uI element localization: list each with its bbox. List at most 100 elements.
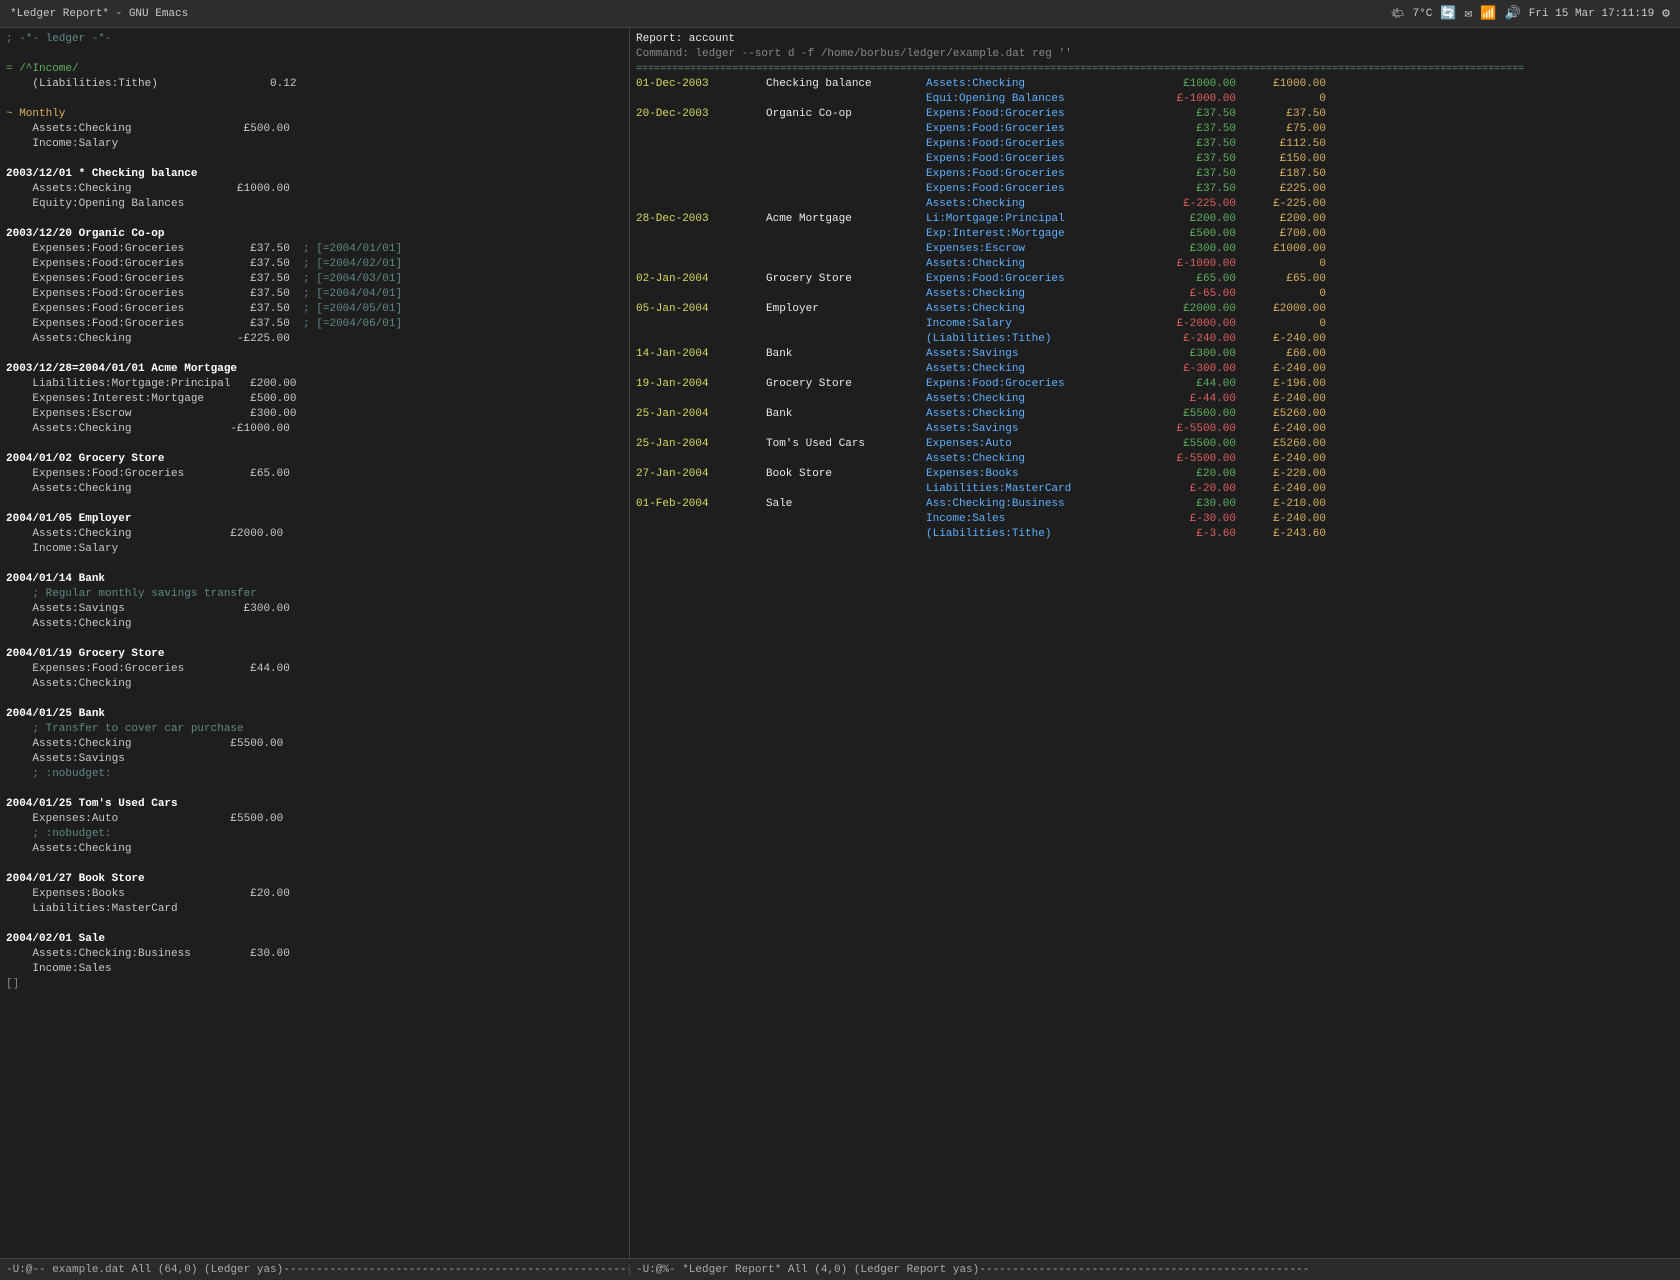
table-row: 27-Jan-2004 Book Store Expenses:Books £2… <box>636 467 1674 482</box>
table-row: Assets:Checking £-1000.00 0 <box>636 257 1674 272</box>
table-row: 14-Jan-2004 Bank Assets:Savings £300.00 … <box>636 347 1674 362</box>
right-pane: Report: account Command: ledger --sort d… <box>630 28 1680 1258</box>
table-row: Liabilities:MasterCard £-20.00 £-240.00 <box>636 482 1674 497</box>
statusbar-right: -U:@%- *Ledger Report* All (4,0) (Ledger… <box>630 1264 1680 1276</box>
network-icon[interactable]: 📶 <box>1480 6 1496 21</box>
titlebar-right: 🌤 7°C 🔄 ✉ 📶 🔊 Fri 15 Mar 17:11:19 ⚙ <box>1391 6 1670 21</box>
table-row: Assets:Checking £-65.00 0 <box>636 287 1674 302</box>
line-income-salary: Income:Salary <box>6 137 623 152</box>
line-car-comment: ; Transfer to cover car purchase <box>6 722 623 737</box>
line-date-7: 2004/01/19 Grocery Store <box>6 647 623 662</box>
line-date-4: 2004/01/02 Grocery Store <box>6 452 623 467</box>
line-groceries-1: Expenses:Food:Groceries £37.50 ; [=2004/… <box>6 242 623 257</box>
main-area: ; -*- ledger -*- = /^Income/ (Liabilitie… <box>0 28 1680 1258</box>
line-date-5: 2004/01/05 Employer <box>6 512 623 527</box>
refresh-icon[interactable]: 🔄 <box>1440 6 1456 21</box>
line-cursor: [] <box>6 977 623 992</box>
table-row: 25-Jan-2004 Tom's Used Cars Expenses:Aut… <box>636 437 1674 452</box>
settings-icon[interactable]: ⚙ <box>1662 6 1670 21</box>
line-income-sales: Income:Sales <box>6 962 623 977</box>
line-auto-5500: Expenses:Auto £5500.00 <box>6 812 623 827</box>
line-date-2: 2003/12/20 Organic Co-op <box>6 227 623 242</box>
table-row: 05-Jan-2004 Employer Assets:Checking £20… <box>636 302 1674 317</box>
volume-icon[interactable]: 🔊 <box>1505 6 1521 21</box>
table-row: Expens:Food:Groceries £37.50 £187.50 <box>636 167 1674 182</box>
line-date-1: 2003/12/01 * Checking balance <box>6 167 623 182</box>
table-row: (Liabilities:Tithe) £-3.60 £-243.60 <box>636 527 1674 542</box>
weather-icon: 🌤 <box>1391 7 1405 21</box>
line-date-8: 2004/01/25 Bank <box>6 707 623 722</box>
line-groceries-2: Expenses:Food:Groceries £37.50 ; [=2004/… <box>6 257 623 272</box>
table-row: 01-Feb-2004 Sale Ass:Checking:Business £… <box>636 497 1674 512</box>
table-row: Assets:Checking £-5500.00 £-240.00 <box>636 452 1674 467</box>
table-row: Expens:Food:Groceries £37.50 £150.00 <box>636 152 1674 167</box>
line-ledger-header: ; -*- ledger -*- <box>6 32 623 47</box>
mail-icon[interactable]: ✉ <box>1465 6 1473 21</box>
line-date-9: 2004/01/25 Tom's Used Cars <box>6 797 623 812</box>
temperature: 7°C <box>1413 8 1433 20</box>
line-escrow: Expenses:Escrow £300.00 <box>6 407 623 422</box>
line-groceries-3: Expenses:Food:Groceries £37.50 ; [=2004/… <box>6 272 623 287</box>
line-equity: Equity:Opening Balances <box>6 197 623 212</box>
line-date-10: 2004/01/27 Book Store <box>6 872 623 887</box>
titlebar: *Ledger Report* - GNU Emacs 🌤 7°C 🔄 ✉ 📶 … <box>0 0 1680 28</box>
line-income-rule: = /^Income/ <box>6 62 623 77</box>
table-row: 19-Jan-2004 Grocery Store Expens:Food:Gr… <box>636 377 1674 392</box>
table-row: Assets:Savings £-5500.00 £-240.00 <box>636 422 1674 437</box>
separator: ========================================… <box>636 62 1674 77</box>
line-tithe: (Liabilities:Tithe) 0.12 <box>6 77 623 92</box>
table-row: 25-Jan-2004 Bank Assets:Checking £5500.0… <box>636 407 1674 422</box>
statusbar: -U:@-- example.dat All (64,0) (Ledger ya… <box>0 1258 1680 1280</box>
table-row: Expens:Food:Groceries £37.50 £225.00 <box>636 182 1674 197</box>
statusbar-left: -U:@-- example.dat All (64,0) (Ledger ya… <box>0 1264 630 1276</box>
table-row: Income:Salary £-2000.00 0 <box>636 317 1674 332</box>
clock: Fri 15 Mar 17:11:19 <box>1529 8 1654 20</box>
line-date-11: 2004/02/01 Sale <box>6 932 623 947</box>
line-checking-500: Assets:Checking £500.00 <box>6 122 623 137</box>
line-checking-m1000: Assets:Checking -£1000.00 <box>6 422 623 437</box>
left-pane[interactable]: ; -*- ledger -*- = /^Income/ (Liabilitie… <box>0 28 630 1258</box>
line-nobudget2: ; :nobudget: <box>6 827 623 842</box>
line-checking-225: Assets:Checking -£225.00 <box>6 332 623 347</box>
line-mortgage: Liabilities:Mortgage:Principal £200.00 <box>6 377 623 392</box>
line-nobudget1: ; :nobudget: <box>6 767 623 782</box>
table-row: Expens:Food:Groceries £37.50 £112.50 <box>636 137 1674 152</box>
table-row: Expens:Food:Groceries £37.50 £75.00 <box>636 122 1674 137</box>
line-checking-auto2: Assets:Checking <box>6 617 623 632</box>
table-row: Assets:Checking £-44.00 £-240.00 <box>636 392 1674 407</box>
line-books-20: Expenses:Books £20.00 <box>6 887 623 902</box>
table-row: Assets:Checking £-225.00 £-225.00 <box>636 197 1674 212</box>
line-checking-2000: Assets:Checking £2000.00 <box>6 527 623 542</box>
table-row: Equi:Opening Balances £-1000.00 0 <box>636 92 1674 107</box>
line-date-3: 2003/12/28=2004/01/01 Acme Mortgage <box>6 362 623 377</box>
line-checking-auto: Assets:Checking <box>6 482 623 497</box>
table-row: Expenses:Escrow £300.00 £1000.00 <box>636 242 1674 257</box>
line-savings-300: Assets:Savings £300.00 <box>6 602 623 617</box>
line-income-salary2: Income:Salary <box>6 542 623 557</box>
table-row: 01-Dec-2003 Checking balance Assets:Chec… <box>636 77 1674 92</box>
line-interest: Expenses:Interest:Mortgage £500.00 <box>6 392 623 407</box>
table-row: 02-Jan-2004 Grocery Store Expens:Food:Gr… <box>636 272 1674 287</box>
line-monthly: ~ Monthly <box>6 107 623 122</box>
line-date-6: 2004/01/14 Bank <box>6 572 623 587</box>
line-groceries-5: Expenses:Food:Groceries £37.50 ; [=2004/… <box>6 302 623 317</box>
line-savings-auto: Assets:Savings <box>6 752 623 767</box>
line-groceries-6: Expenses:Food:Groceries £37.50 ; [=2004/… <box>6 317 623 332</box>
table-row: Assets:Checking £-300.00 £-240.00 <box>636 362 1674 377</box>
line-groceries-4: Expenses:Food:Groceries £37.50 ; [=2004/… <box>6 287 623 302</box>
line-mastercard: Liabilities:MasterCard <box>6 902 623 917</box>
line-checking-1000: Assets:Checking £1000.00 <box>6 182 623 197</box>
line-business-30: Assets:Checking:Business £30.00 <box>6 947 623 962</box>
line-groceries-44: Expenses:Food:Groceries £44.00 <box>6 662 623 677</box>
table-row: 28-Dec-2003 Acme Mortgage Li:Mortgage:Pr… <box>636 212 1674 227</box>
line-checking-auto4: Assets:Checking <box>6 842 623 857</box>
table-row: (Liabilities:Tithe) £-240.00 £-240.00 <box>636 332 1674 347</box>
line-savings-comment: ; Regular monthly savings transfer <box>6 587 623 602</box>
line-checking-auto3: Assets:Checking <box>6 677 623 692</box>
report-command: Command: ledger --sort d -f /home/borbus… <box>636 47 1674 62</box>
table-row: Income:Sales £-30.00 £-240.00 <box>636 512 1674 527</box>
report-table: 01-Dec-2003 Checking balance Assets:Chec… <box>636 77 1674 542</box>
table-row: Exp:Interest:Mortgage £500.00 £700.00 <box>636 227 1674 242</box>
report-label: Report: account <box>636 32 1674 47</box>
line-groceries-65: Expenses:Food:Groceries £65.00 <box>6 467 623 482</box>
